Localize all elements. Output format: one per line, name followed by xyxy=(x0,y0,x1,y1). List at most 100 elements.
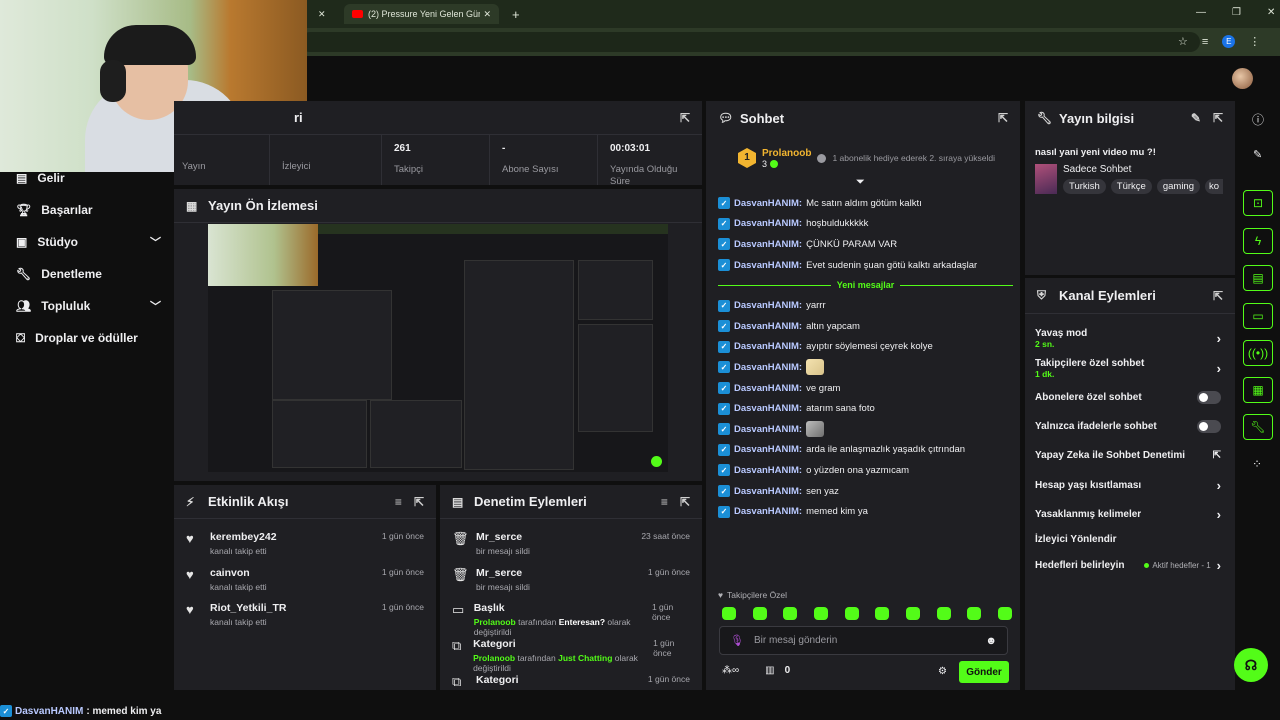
moderator-name[interactable]: Prolanoob xyxy=(473,653,515,663)
emote-icon[interactable] xyxy=(905,607,920,620)
tag-chip[interactable]: Turkish xyxy=(1063,179,1106,194)
moderation-subject[interactable]: Başlık xyxy=(474,602,652,614)
tab-close-icon[interactable]: ✕ xyxy=(310,4,340,24)
chat-username[interactable]: DasvanHANIM: xyxy=(734,260,802,271)
profile-icon[interactable]: E xyxy=(1222,35,1236,48)
popout-icon[interactable]: ⇱ xyxy=(414,495,424,509)
emote-only-toggle[interactable] xyxy=(1197,420,1221,433)
emoji-icon[interactable]: ☻ xyxy=(985,635,997,647)
chevron-right-icon[interactable]: › xyxy=(1217,331,1221,346)
chevron-down-icon[interactable]: ﹀ xyxy=(150,298,161,314)
emote-icon[interactable] xyxy=(875,607,890,620)
chat-username[interactable]: DasvanHANIM: xyxy=(734,424,802,435)
activity-user[interactable]: Riot_Yetkili_TR xyxy=(210,602,286,614)
rail-document-button[interactable]: ▤ xyxy=(1243,265,1273,291)
sidebar-item-topluluk[interactable]: 👥︎ Topluluk ﹀ xyxy=(16,296,161,316)
rail-clip-button[interactable]: ⊡ xyxy=(1243,190,1273,216)
sidebar-item-droplar[interactable]: ⛋ Droplar ve ödüller xyxy=(16,328,176,348)
rail-lightning-button[interactable]: ϟ xyxy=(1243,228,1273,254)
chat-username[interactable]: DasvanHANIM: xyxy=(734,239,802,250)
close-window-icon[interactable]: ✕ xyxy=(1267,7,1275,18)
popout-icon[interactable]: ⇱ xyxy=(1213,111,1223,125)
action-goals[interactable]: Hedefleri belirleyin Aktif hedefler - 1 … xyxy=(1035,558,1221,573)
subscribers-only-toggle[interactable] xyxy=(1197,391,1221,404)
chat-input[interactable]: 🎙︎ Bir mesaj gönderin ☻ xyxy=(719,626,1008,655)
chat-username[interactable]: DasvanHANIM: xyxy=(734,362,802,373)
bookmark-star-icon[interactable]: ☆ xyxy=(1178,35,1188,48)
action-slow-mode[interactable]: Yavaş mod 2 sn. › xyxy=(1035,328,1221,349)
activity-user[interactable]: cainvon xyxy=(210,567,267,579)
filter-icon[interactable]: ≡ xyxy=(661,495,668,509)
address-input[interactable] xyxy=(300,32,1200,52)
edit-icon[interactable]: ✎ xyxy=(1191,111,1201,125)
filter-icon[interactable]: ≡ xyxy=(395,495,402,509)
action-raid[interactable]: İzleyici Yönlendir xyxy=(1035,534,1221,545)
action-account-age[interactable]: Hesap yaşı kısıtlaması › xyxy=(1035,478,1221,493)
sidebar-item-basarilar[interactable]: 🏆︎ Başarılar xyxy=(16,200,161,220)
popout-icon[interactable]: ⇱ xyxy=(998,111,1008,125)
sidebar-item-denetleme[interactable]: 🔧︎ Denetleme xyxy=(16,264,161,284)
chevron-right-icon[interactable]: › xyxy=(1217,361,1221,376)
chat-username[interactable]: DasvanHANIM: xyxy=(734,444,802,455)
emote-icon[interactable] xyxy=(752,607,767,620)
emote-icon[interactable] xyxy=(783,607,798,620)
category-thumbnail[interactable] xyxy=(1035,164,1057,194)
moderation-subject[interactable]: Mr_serce xyxy=(476,531,530,543)
pinned-username[interactable]: Prolanoob xyxy=(762,148,811,159)
action-ai-moderation[interactable]: Yapay Zeka ile Sohbet Denetimi ⇱ xyxy=(1035,450,1221,461)
reading-list-icon[interactable]: ≡ xyxy=(1202,36,1208,48)
tab-close-icon[interactable]: ✕ xyxy=(483,9,491,20)
new-tab-icon[interactable]: + xyxy=(504,4,524,24)
chat-username[interactable]: DasvanHANIM: xyxy=(734,486,802,497)
send-button[interactable]: Gönder xyxy=(959,661,1009,683)
chat-username[interactable]: DasvanHANIM: xyxy=(734,321,802,332)
gift-box-icon[interactable]: ▥ xyxy=(765,665,774,676)
edit-icon[interactable]: ✎ xyxy=(1253,148,1262,161)
action-banned-words[interactable]: Yasaklanmış kelimeler › xyxy=(1035,507,1221,522)
moderation-subject[interactable]: Mr_serce xyxy=(476,567,530,579)
emote-icon[interactable] xyxy=(967,607,982,620)
chevron-right-icon[interactable]: › xyxy=(1217,558,1221,573)
chat-username[interactable]: DasvanHANIM: xyxy=(734,383,802,394)
emote-icon[interactable] xyxy=(813,607,828,620)
moderation-subject[interactable]: Kategori xyxy=(473,638,653,650)
rail-wrench-button[interactable]: 🔧︎ xyxy=(1243,414,1273,440)
popout-icon[interactable]: ⇱ xyxy=(680,495,690,509)
chat-username[interactable]: DasvanHANIM: xyxy=(734,403,802,414)
info-icon[interactable]: ⓘ xyxy=(1252,111,1264,128)
activity-user[interactable]: kerembey242 xyxy=(210,531,277,543)
chat-username[interactable]: DasvanHANIM: xyxy=(734,465,802,476)
infinity-points-icon[interactable]: ⁂∞ xyxy=(722,665,739,676)
emote-icon[interactable] xyxy=(844,607,859,620)
tag-chip[interactable]: gaming xyxy=(1156,179,1201,194)
moderation-subject[interactable]: Kategori xyxy=(476,674,519,686)
popout-icon[interactable]: ⇱ xyxy=(680,111,690,125)
expand-chevron-icon[interactable]: ⏷ xyxy=(856,176,865,189)
moderator-name[interactable]: Prolanoob xyxy=(474,617,516,627)
microphone-icon[interactable]: 🎙︎ xyxy=(730,634,744,647)
chat-username[interactable]: DasvanHANIM: xyxy=(734,341,802,352)
tag-chip[interactable]: Türkçe xyxy=(1110,179,1152,194)
chevron-down-icon[interactable]: ﹀ xyxy=(150,234,161,250)
sidebar-item-studyo[interactable]: ▣ Stüdyo ﹀ xyxy=(16,232,161,252)
tag-chip[interactable]: ko xyxy=(1205,179,1224,194)
external-link-icon[interactable]: ⇱ xyxy=(1213,450,1221,461)
popout-icon[interactable]: ⇱ xyxy=(1213,289,1223,303)
chat-username[interactable]: DasvanHANIM: xyxy=(734,300,802,311)
rail-broadcast-button[interactable]: ((•)) xyxy=(1243,340,1273,366)
chat-settings-icon[interactable]: ⚙ xyxy=(938,666,947,677)
emote-icon[interactable] xyxy=(997,607,1012,620)
browser-menu-icon[interactable]: ⋮ xyxy=(1249,35,1260,48)
restore-icon[interactable]: ❐ xyxy=(1232,7,1241,18)
chevron-right-icon[interactable]: › xyxy=(1217,507,1221,522)
stream-preview-video[interactable] xyxy=(208,224,668,472)
emote-icon[interactable] xyxy=(722,607,736,620)
chat-username[interactable]: DasvanHANIM: xyxy=(734,218,802,229)
chat-username[interactable]: DasvanHANIM: xyxy=(734,506,802,517)
browser-tab-active[interactable]: (2) Pressure Yeni Gelen Günce... ✕ xyxy=(344,4,499,24)
rail-tools-button[interactable]: ▦ xyxy=(1243,377,1273,403)
chevron-right-icon[interactable]: › xyxy=(1217,478,1221,493)
avatar[interactable] xyxy=(1232,68,1253,89)
minimize-icon[interactable]: — xyxy=(1196,7,1206,18)
rail-chat-button[interactable]: ▭ xyxy=(1243,303,1273,329)
